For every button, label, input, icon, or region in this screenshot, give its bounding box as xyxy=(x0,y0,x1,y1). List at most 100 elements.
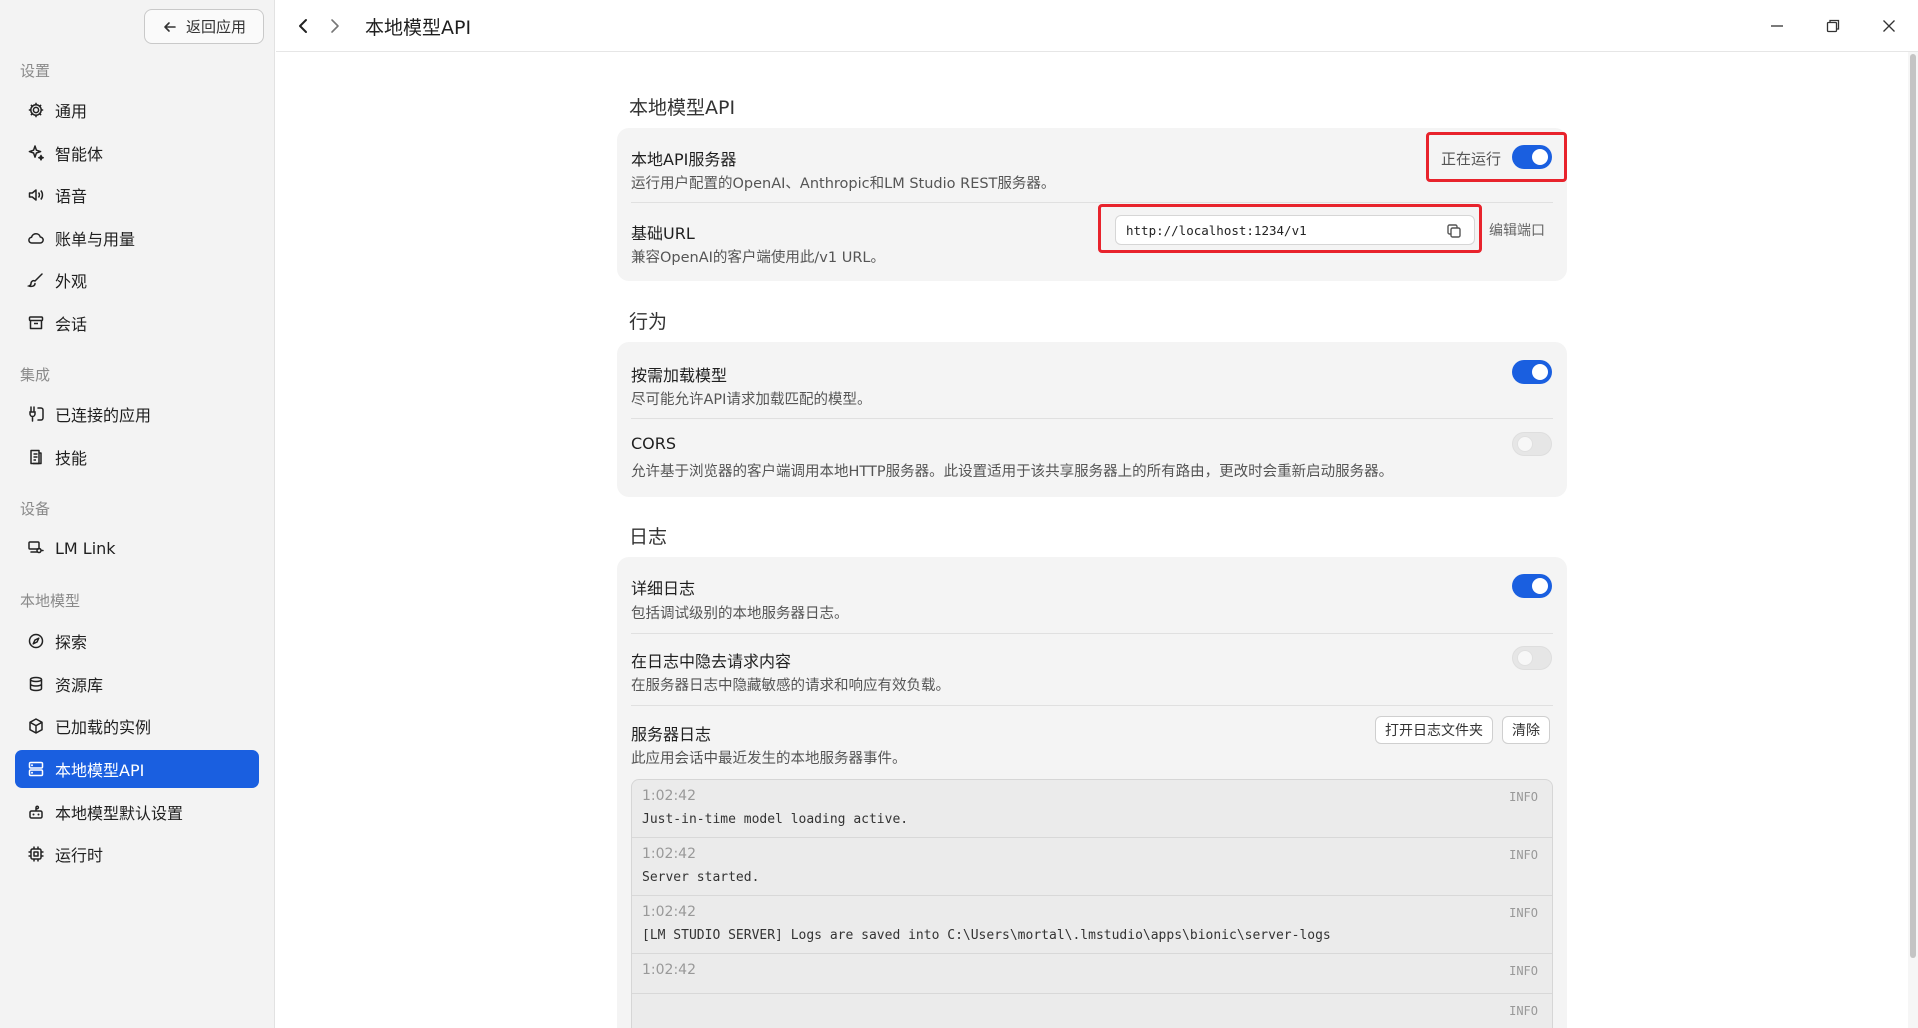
chevron-right-icon xyxy=(331,19,339,33)
sidebar-item-voice[interactable]: 语音 xyxy=(15,176,259,214)
open-log-folder-button[interactable]: 打开日志文件夹 xyxy=(1375,716,1493,744)
sidebar-item-label: 技能 xyxy=(55,449,88,468)
sidebar-item-label: 语音 xyxy=(55,187,88,206)
robot-icon xyxy=(29,805,43,819)
section-heading-logs: 日志 xyxy=(629,526,668,548)
sidebar-item-library[interactable]: 资源库 xyxy=(15,665,259,703)
gear-icon xyxy=(28,102,44,118)
log-entry: 1:02:42 INFO Server started. xyxy=(632,838,1552,896)
cors-title: CORS xyxy=(631,434,677,453)
page-title: 本地模型API xyxy=(365,17,472,39)
sidebar-item-label: 已加载的实例 xyxy=(55,718,152,737)
sidebar-item-explore[interactable]: 探索 xyxy=(15,622,259,660)
speaker-icon xyxy=(28,189,44,201)
verbose-log-toggle[interactable] xyxy=(1512,574,1552,598)
jit-title: 按需加载模型 xyxy=(631,366,728,385)
base-url-field[interactable]: http://localhost:1234/v1 xyxy=(1115,215,1475,245)
log-entry: 1:02:42 INFO [LM STUDIO SERVER] Logs are… xyxy=(632,896,1552,954)
log-message: Server started. xyxy=(642,870,760,885)
sidebar-item-sessions[interactable]: 会话 xyxy=(15,304,259,342)
redact-toggle[interactable] xyxy=(1512,646,1552,670)
log-level: INFO xyxy=(1509,790,1538,804)
sidebar-item-local-api[interactable]: 本地模型API xyxy=(15,750,259,788)
cube-icon xyxy=(29,718,43,734)
verbose-log-description: 包括调试级别的本地服务器日志。 xyxy=(631,606,849,622)
minimize-icon xyxy=(1771,25,1783,27)
sidebar-item-billing[interactable]: 账单与用量 xyxy=(15,219,259,257)
document-list-icon xyxy=(30,449,42,465)
sidebar-item-skills[interactable]: 技能 xyxy=(15,438,259,476)
close-window-button[interactable] xyxy=(1874,12,1904,40)
server-toggle[interactable] xyxy=(1512,145,1552,169)
verbose-log-title: 详细日志 xyxy=(631,579,696,598)
jit-description: 尽可能允许API请求加载匹配的模型。 xyxy=(631,392,872,408)
server-description: 运行用户配置的OpenAI、Anthropic和LM Studio REST服务… xyxy=(631,176,1056,192)
cors-description: 允许基于浏览器的客户端调用本地HTTP服务器。此设置适用于该共享服务器上的所有路… xyxy=(631,464,1394,480)
sidebar-item-label: 本地模型默认设置 xyxy=(55,804,184,823)
divider xyxy=(631,418,1553,419)
cloud-icon xyxy=(28,233,44,244)
server-logs-description: 此应用会话中最近发生的本地服务器事件。 xyxy=(631,751,907,767)
copy-icon[interactable] xyxy=(1445,222,1463,240)
redact-description: 在服务器日志中隐藏敏感的请求和响应有效负载。 xyxy=(631,678,950,694)
minimize-button[interactable] xyxy=(1762,12,1792,40)
top-bar: 本地模型API xyxy=(276,0,1918,52)
cors-toggle[interactable] xyxy=(1512,432,1552,456)
section-title-integrations: 集成 xyxy=(20,366,51,384)
forward-arrow-button[interactable] xyxy=(322,13,348,39)
sidebar-item-connected-apps[interactable]: 已连接的应用 xyxy=(15,395,259,433)
plug-icon xyxy=(29,406,44,422)
log-entry: 1:02:42 INFO Just-in-time model loading … xyxy=(632,780,1552,838)
link-device-icon xyxy=(28,541,44,554)
scrollbar-thumb[interactable] xyxy=(1910,54,1916,958)
database-icon xyxy=(29,676,43,692)
sidebar-item-appearance[interactable]: 外观 xyxy=(15,261,259,299)
divider xyxy=(631,202,1553,203)
sidebar-item-agent[interactable]: 智能体 xyxy=(15,134,259,172)
log-level: INFO xyxy=(1509,964,1538,978)
log-time: 1:02:42 xyxy=(642,788,696,804)
sidebar-item-label: 运行时 xyxy=(55,846,104,865)
section-title-settings: 设置 xyxy=(20,62,51,80)
back-to-app-button[interactable]: 返回应用 xyxy=(144,9,264,44)
divider xyxy=(631,705,1553,706)
sidebar-item-label: 通用 xyxy=(55,102,88,121)
log-message: Just-in-time model loading active. xyxy=(642,812,909,827)
chevron-left-icon xyxy=(299,19,307,33)
back-to-app-label: 返回应用 xyxy=(185,18,246,36)
clear-logs-button[interactable]: 清除 xyxy=(1502,716,1550,744)
compass-icon xyxy=(28,633,44,649)
server-logs-title: 服务器日志 xyxy=(631,725,712,744)
sidebar-item-loaded-instances[interactable]: 已加载的实例 xyxy=(15,707,259,745)
restore-button[interactable] xyxy=(1818,12,1848,40)
sidebar-item-lm-link[interactable]: LM Link xyxy=(15,529,259,567)
arrow-left-icon xyxy=(164,21,176,32)
sidebar-item-label: 账单与用量 xyxy=(55,230,136,249)
restore-icon xyxy=(1826,19,1840,33)
section-title-devices: 设备 xyxy=(20,500,51,518)
server-icon xyxy=(28,761,44,777)
jit-toggle[interactable] xyxy=(1512,360,1552,384)
sidebar-item-label: 探索 xyxy=(55,633,88,652)
sidebar-item-runtime[interactable]: 运行时 xyxy=(15,835,259,873)
server-title: 本地API服务器 xyxy=(631,150,737,169)
sidebar-item-label: 智能体 xyxy=(55,145,104,164)
log-panel[interactable]: 1:02:42 INFO Just-in-time model loading … xyxy=(631,779,1553,1028)
sparkle-icon xyxy=(28,145,44,161)
divider xyxy=(631,633,1553,634)
logs-card: 详细日志 包括调试级别的本地服务器日志。 在日志中隐去请求内容 在服务器日志中隐… xyxy=(617,557,1567,1028)
back-arrow-button[interactable] xyxy=(290,13,316,39)
close-icon xyxy=(1883,20,1895,32)
section-title-local-models: 本地模型 xyxy=(20,592,81,610)
sidebar-item-label: 已连接的应用 xyxy=(55,406,152,425)
sidebar-item-general[interactable]: 通用 xyxy=(15,91,259,129)
sidebar-item-label: 资源库 xyxy=(55,676,104,695)
log-level: INFO xyxy=(1509,906,1538,920)
log-time: 1:02:42 xyxy=(642,846,696,862)
log-message: [LM STUDIO SERVER] Logs are saved into C… xyxy=(642,928,1331,943)
section-heading-server: 本地模型API xyxy=(629,97,736,119)
sidebar-item-local-defaults[interactable]: 本地模型默认设置 xyxy=(15,793,259,831)
log-time: 1:02:42 xyxy=(642,904,696,920)
edit-port-button[interactable]: 编辑端口 xyxy=(1489,220,1545,240)
sidebar-item-label: 外观 xyxy=(55,272,88,291)
